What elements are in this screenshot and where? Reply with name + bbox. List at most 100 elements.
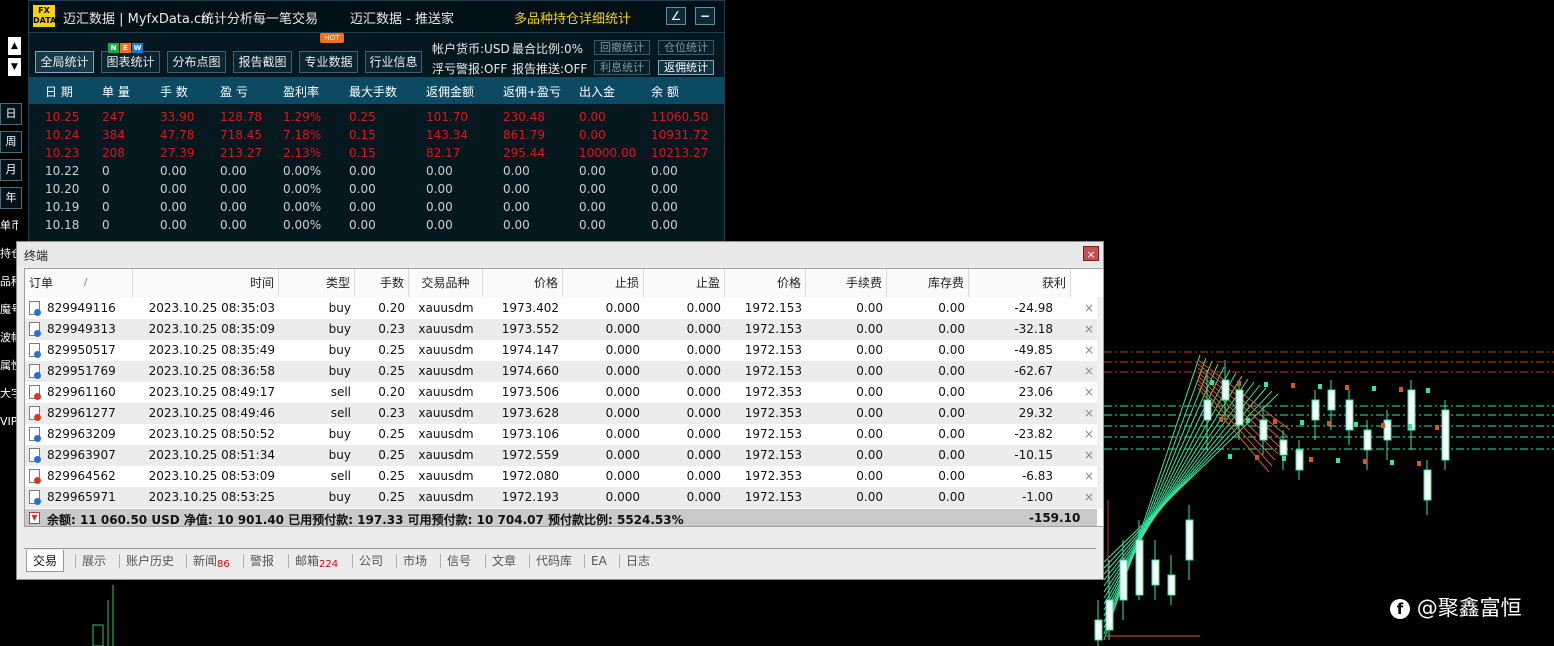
order-cell: xauusdm [418, 385, 474, 399]
terminal-tab[interactable]: 展示 [82, 550, 106, 572]
order-cell: 0.00 [856, 322, 883, 336]
order-cell: 0.000 [686, 448, 721, 462]
grid-col-header[interactable]: 订单 [25, 269, 133, 297]
terminal-tab[interactable]: 公司 [359, 550, 383, 572]
order-cell: 0.000 [605, 385, 640, 399]
terminal-tab[interactable]: 警报 [250, 550, 274, 572]
trade-marker [1291, 383, 1295, 388]
order-cell: 2023.10.25 08:35:03 [148, 301, 275, 315]
trade-marker [1390, 460, 1394, 465]
order-cell: 0.000 [686, 469, 721, 483]
grid-col-header[interactable]: 价格 [725, 269, 806, 297]
order-row[interactable]: 829965971 2023.10.25 08:53:25 buy 0.25 xauus… [25, 487, 1097, 508]
trade-marker [1309, 457, 1313, 462]
order-row[interactable]: 829964562 2023.10.25 08:53:09 sell 0.25 xauu… [25, 466, 1097, 487]
order-row[interactable]: 829949313 2023.10.25 08:35:09 buy 0.23 xauus… [25, 319, 1097, 340]
trade-marker [1246, 418, 1250, 423]
order-cell: 1973.402 [501, 301, 559, 315]
close-order-icon[interactable]: × [1082, 403, 1096, 424]
order-cell: 829961277 [47, 406, 116, 420]
order-cell: 1972.153 [744, 322, 802, 336]
order-cell: 0.00 [856, 406, 883, 420]
order-cell: buy [328, 343, 351, 357]
order-cell: 1972.153 [744, 364, 802, 378]
order-row[interactable]: 829963209 2023.10.25 08:50:52 buy 0.25 xauus… [25, 424, 1097, 445]
grid-scrollbar[interactable] [1097, 297, 1103, 509]
order-cell: buy [328, 364, 351, 378]
terminal-tab[interactable]: 新闻86 [193, 550, 230, 572]
grid-col-header[interactable]: 交易品种 [409, 269, 483, 297]
order-row[interactable]: 829961277 2023.10.25 08:49:46 sell 0.23 xauu… [25, 403, 1097, 424]
order-cell: 1972.353 [744, 385, 802, 399]
order-cell: 829965971 [47, 490, 116, 504]
trade-marker [1435, 425, 1439, 430]
tab-separator [75, 554, 76, 568]
close-order-icon[interactable]: × [1082, 361, 1096, 382]
buy-order-icon [34, 330, 41, 337]
terminal-tab-label: 信号 [447, 554, 472, 568]
trade-marker [1363, 459, 1367, 464]
terminal-tab[interactable]: 代码库 [536, 550, 572, 572]
candle-body [1135, 539, 1144, 596]
close-order-icon[interactable]: × [1082, 466, 1096, 487]
candle-body [1363, 429, 1372, 451]
order-cell: buy [328, 448, 351, 462]
terminal-tab[interactable]: 文章 [492, 550, 516, 572]
terminal-tab-label: EA [591, 554, 607, 568]
trade-marker [1354, 422, 1358, 427]
trade-marker [1228, 454, 1232, 459]
trade-marker [1219, 417, 1223, 422]
order-cell: 829950517 [47, 343, 116, 357]
grid-col-header[interactable]: 手数 [355, 269, 409, 297]
order-row[interactable]: 829950517 2023.10.25 08:35:49 buy 0.25 xauus… [25, 340, 1097, 361]
terminal-tab[interactable]: 日志 [626, 550, 650, 572]
close-order-icon[interactable]: × [1082, 298, 1096, 319]
order-cell: 829963209 [47, 427, 116, 441]
order-cell: 1973.506 [501, 385, 559, 399]
close-order-icon[interactable]: × [1082, 487, 1096, 508]
order-cell: 0.00 [938, 469, 965, 483]
close-order-icon[interactable]: × [1082, 340, 1096, 361]
order-cell: 0.000 [605, 301, 640, 315]
buy-order-icon [34, 498, 41, 505]
close-order-icon[interactable]: × [1082, 319, 1096, 340]
buy-order-icon [34, 351, 41, 358]
terminal-close-button[interactable]: × [1083, 246, 1099, 261]
order-cell: 0.00 [856, 490, 883, 504]
order-cell: 0.000 [686, 364, 721, 378]
order-row[interactable]: 829949116 2023.10.25 08:35:03 buy 0.20 xauus… [25, 298, 1097, 319]
trade-marker [1417, 461, 1421, 466]
grid-col-header[interactable]: 止盈 [644, 269, 725, 297]
terminal-tab[interactable]: 邮箱224 [295, 550, 338, 572]
close-order-icon[interactable]: × [1082, 382, 1096, 403]
grid-col-header[interactable]: 类型 [279, 269, 355, 297]
terminal-tab[interactable]: 账户历史 [126, 550, 174, 572]
grid-col-header[interactable]: 止损 [563, 269, 644, 297]
grid-col-header[interactable]: 时间 [133, 269, 279, 297]
trade-marker [1372, 386, 1376, 391]
order-cell: xauusdm [418, 427, 474, 441]
order-cell: 0.00 [856, 469, 883, 483]
terminal-tab-badge: 86 [217, 559, 230, 570]
trade-marker [1336, 458, 1340, 463]
trade-marker [1237, 381, 1241, 386]
terminal-tab-label: 账户历史 [126, 554, 175, 568]
grid-col-header[interactable]: 价格 [483, 269, 563, 297]
terminal-tab[interactable]: EA [591, 550, 607, 572]
grid-col-header[interactable]: 手续费 [806, 269, 887, 297]
order-cell: 0.00 [938, 322, 965, 336]
terminal-tab[interactable]: 市场 [403, 550, 427, 572]
order-row[interactable]: 829961160 2023.10.25 08:49:17 sell 0.20 xauu… [25, 382, 1097, 403]
tab-separator [119, 554, 120, 568]
grid-col-header[interactable]: 库存费 [887, 269, 969, 297]
order-cell: xauusdm [418, 301, 474, 315]
order-cell: sell [330, 406, 351, 420]
terminal-tab[interactable]: 交易 [26, 550, 65, 572]
close-order-icon[interactable]: × [1082, 424, 1096, 445]
order-row[interactable]: 829951769 2023.10.25 08:36:58 buy 0.25 xauus… [25, 361, 1097, 382]
close-order-icon[interactable]: × [1082, 445, 1096, 466]
order-cell: 0.00 [938, 448, 965, 462]
terminal-tab[interactable]: 信号 [447, 550, 471, 572]
order-row[interactable]: 829963907 2023.10.25 08:51:34 buy 0.25 xauus… [25, 445, 1097, 466]
grid-col-header[interactable]: 获利 [969, 269, 1071, 297]
